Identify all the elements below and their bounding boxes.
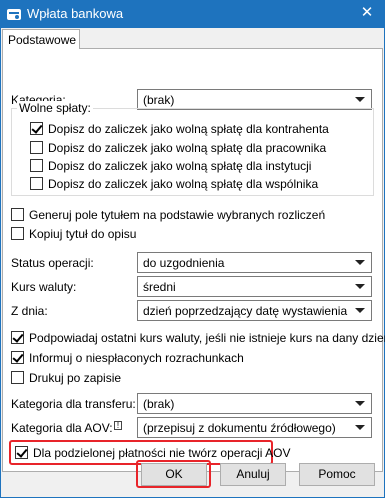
z-dnia-label: Z dnia: <box>11 304 48 318</box>
ok-button[interactable]: OK <box>141 463 207 486</box>
close-icon: ✕ <box>360 4 374 21</box>
kurs-waluty-select[interactable]: średni <box>137 276 372 297</box>
checkbox-wspolnik-label: Dopisz do zaliczek jako wolną spłatę dla… <box>48 177 319 191</box>
kategoria-value: (brak) <box>143 93 175 107</box>
chevron-down-icon <box>355 425 365 430</box>
window-title: Wpłata bankowa <box>27 6 124 21</box>
tab-label: Podstawowe <box>8 33 77 47</box>
wolne-splaty-legend: Wolne spłaty: <box>17 101 93 115</box>
podzielona-platnosc-label: Dla podzielonej płatności nie twórz oper… <box>33 446 291 460</box>
checkbox-podzielona-platnosc[interactable] <box>15 446 28 459</box>
drukuj-label: Drukuj po zapisie <box>29 371 122 385</box>
checkbox-generuj-pole[interactable] <box>11 208 24 221</box>
close-button[interactable]: ✕ <box>352 2 382 24</box>
kategoria-transferu-select[interactable]: (brak) <box>137 393 372 414</box>
checkbox-instytucja-label: Dopisz do zaliczek jako wolną spłatę dla… <box>48 159 312 173</box>
checkbox-kontrahent-label: Dopisz do zaliczek jako wolną spłatę dla… <box>48 122 329 136</box>
generuj-pole-label: Generuj pole tytułem na podstawie wybran… <box>29 208 326 222</box>
dialog-body: Podstawowe Kategoria: (brak) Wolne spłat… <box>1 28 385 497</box>
checkbox-pracownik[interactable] <box>30 141 43 154</box>
info-icon[interactable]: ! <box>114 421 122 430</box>
checkbox-wspolnik[interactable] <box>30 177 43 190</box>
checkbox-informuj[interactable] <box>11 351 24 364</box>
podpowiadaj-kurs-label: Podpowiadaj ostatni kurs waluty, jeśli n… <box>29 331 385 345</box>
tab-podstawowe[interactable]: Podstawowe <box>2 29 80 49</box>
kategoria-select[interactable]: (brak) <box>137 89 372 110</box>
z-dnia-value: dzień poprzedzający datę wystawienia <box>143 304 348 318</box>
kategoria-aov-select[interactable]: (przepisuj z dokumentu źródłowego) <box>137 417 372 438</box>
status-operacji-label: Status operacji: <box>11 256 94 270</box>
chevron-down-icon <box>355 97 365 102</box>
kurs-waluty-value: średni <box>143 280 176 294</box>
checkbox-drukuj[interactable] <box>11 371 24 384</box>
title-bar[interactable]: Wpłata bankowa ✕ <box>0 0 385 28</box>
status-operacji-value: do uzgodnienia <box>143 256 225 270</box>
dialog-window: Wpłata bankowa ✕ Podstawowe Kategoria: (… <box>0 0 385 498</box>
tab-panel: Kategoria: (brak) Wolne spłaty: Dopisz d… <box>2 48 385 472</box>
kategoria-transferu-value: (brak) <box>143 397 175 411</box>
help-button[interactable]: Pomoc <box>299 463 375 486</box>
kopiuj-tytul-label: Kopiuj tytuł do opisu <box>29 227 137 241</box>
kategoria-aov-value: (przepisuj z dokumentu źródłowego) <box>143 421 336 435</box>
checkbox-podpowiadaj-kurs[interactable] <box>11 331 24 344</box>
kurs-waluty-label: Kurs waluty: <box>11 280 77 294</box>
bank-payment-icon <box>7 9 21 20</box>
kategoria-transferu-label: Kategoria dla transferu: <box>11 397 136 411</box>
chevron-down-icon <box>355 284 365 289</box>
chevron-down-icon <box>355 260 365 265</box>
chevron-down-icon <box>355 401 365 406</box>
checkbox-kopiuj-tytul[interactable] <box>11 227 24 240</box>
checkbox-kontrahent[interactable] <box>30 122 43 135</box>
cancel-button[interactable]: Anuluj <box>220 463 286 486</box>
checkbox-pracownik-label: Dopisz do zaliczek jako wolną spłatę dla… <box>48 141 327 155</box>
checkbox-instytucja[interactable] <box>30 159 43 172</box>
informuj-label: Informuj o niespłaconych rozrachunkach <box>29 351 244 365</box>
kategoria-aov-label: Kategoria dla AOV: <box>11 421 113 435</box>
chevron-down-icon <box>355 308 365 313</box>
status-operacji-select[interactable]: do uzgodnienia <box>137 252 372 273</box>
z-dnia-select[interactable]: dzień poprzedzający datę wystawienia <box>137 300 372 321</box>
